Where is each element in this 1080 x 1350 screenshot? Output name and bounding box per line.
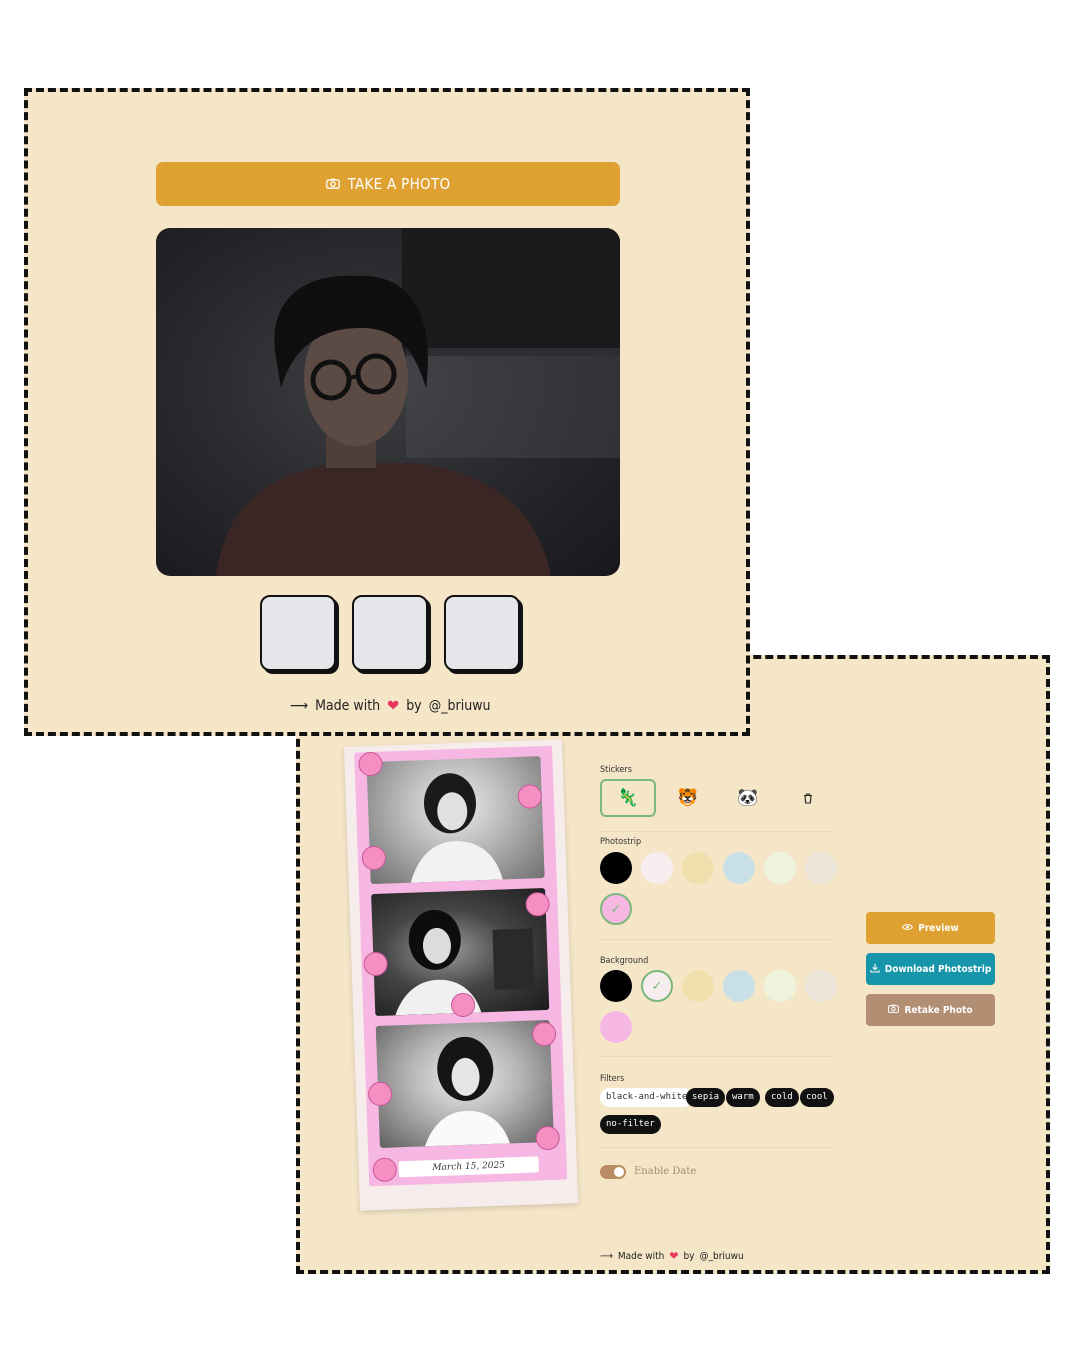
photostrip-color-swatch[interactable] [805, 852, 837, 884]
strip-date: March 15, 2025 [398, 1156, 539, 1178]
camera-panel: TAKE A PHOTO ⟶ Made with ❤ by @_briuwu [24, 88, 750, 736]
strip-photo [375, 1019, 554, 1148]
stickers-label: Stickers [600, 765, 632, 775]
photostrip-color-swatch[interactable] [600, 852, 632, 884]
download-label: Download Photostrip [884, 963, 992, 975]
thumbnail-slot [352, 595, 428, 671]
strip-photo [366, 756, 545, 885]
photostrip-color-label: Photostrip [600, 837, 642, 847]
sticker-option-panda[interactable]: 🐼 [720, 779, 776, 817]
credit-made-with: Made with [315, 697, 381, 714]
arrow-right-icon: ⟶ [290, 697, 309, 714]
credit-handle-link[interactable]: @_briuwu [429, 698, 491, 714]
tiger-sticker-icon: 🐯 [677, 788, 699, 808]
background-color-swatch[interactable] [600, 1011, 632, 1043]
heart-icon: ❤ [669, 1249, 679, 1263]
filters-label: Filters [600, 1074, 625, 1084]
credit-line: ⟶ Made with ❤ by @_briuwu [600, 1249, 744, 1263]
credit-line: ⟶ Made with ❤ by @_briuwu [290, 696, 490, 715]
photostrip-color-swatch[interactable] [682, 852, 714, 884]
background-color-swatch[interactable] [805, 970, 837, 1002]
arrow-right-icon: ⟶ [600, 1250, 613, 1262]
background-color-swatch[interactable] [600, 970, 632, 1002]
thumbnail-slot [444, 595, 520, 671]
enable-date-toggle[interactable] [600, 1165, 626, 1179]
photo-thumbnails [260, 595, 520, 671]
trash-icon [803, 789, 813, 808]
eye-icon [902, 923, 914, 934]
toggle-knob [614, 1167, 624, 1177]
section-divider [600, 831, 834, 832]
credit-by: by [406, 697, 422, 714]
section-divider [600, 939, 834, 940]
take-photo-label: TAKE A PHOTO [347, 175, 451, 193]
download-icon [870, 963, 880, 976]
retake-label: Retake Photo [904, 1004, 973, 1016]
section-divider [600, 1056, 834, 1057]
background-color-swatch[interactable] [682, 970, 714, 1002]
heart-icon: ❤ [387, 696, 400, 715]
section-divider [600, 1147, 834, 1148]
photostrip-color-swatch[interactable] [723, 852, 755, 884]
photostrip-color-swatch[interactable]: ✓ [600, 893, 632, 925]
webcam-feed-image [216, 228, 620, 576]
filter-chip-cool[interactable]: cool [800, 1088, 834, 1107]
check-icon: ✓ [610, 901, 622, 917]
sticker-option-axolotl[interactable]: 🦎 [600, 779, 656, 817]
sticker-option-tiger[interactable]: 🐯 [660, 779, 716, 817]
filter-chip-cold[interactable]: cold [765, 1088, 799, 1107]
take-photo-button[interactable]: TAKE A PHOTO [156, 162, 620, 206]
background-color-label: Background [600, 956, 649, 966]
editor-panel: March 15, 2025 Stickers 🦎 🐯 🐼 Photostrip… [296, 655, 1050, 1274]
background-color-swatch[interactable] [764, 970, 796, 1002]
credit-made-with: Made with [617, 1250, 665, 1262]
filter-chip-no-filter[interactable]: no-filter [600, 1115, 661, 1134]
preview-label: Preview [918, 922, 959, 934]
axolotl-sticker-icon: 🦎 [617, 788, 639, 808]
download-photostrip-button[interactable]: Download Photostrip [866, 953, 995, 985]
camera-viewfinder [156, 228, 620, 576]
photostrip-color-swatch[interactable] [764, 852, 796, 884]
credit-handle-link[interactable]: @_briuwu [699, 1251, 743, 1262]
filter-chip-warm[interactable]: warm [726, 1088, 760, 1107]
background-color-swatch[interactable] [723, 970, 755, 1002]
camera-icon [888, 1004, 900, 1016]
photostrip-color-swatch[interactable] [641, 852, 673, 884]
filter-chip-black-and-white[interactable]: black-and-white [600, 1088, 694, 1107]
preview-button[interactable]: Preview [866, 912, 995, 944]
retake-photo-button[interactable]: Retake Photo [866, 994, 995, 1026]
thumbnail-slot [260, 595, 336, 671]
credit-by: by [683, 1250, 695, 1262]
check-icon: ✓ [651, 978, 663, 994]
clear-stickers-button[interactable] [780, 779, 836, 817]
enable-date-label: Enable Date [634, 1166, 697, 1177]
photostrip-preview: March 15, 2025 [343, 739, 579, 1211]
background-color-swatch[interactable]: ✓ [641, 970, 673, 1002]
filter-chip-sepia[interactable]: sepia [686, 1088, 726, 1107]
camera-icon [325, 175, 340, 193]
panda-sticker-icon: 🐼 [737, 788, 759, 808]
